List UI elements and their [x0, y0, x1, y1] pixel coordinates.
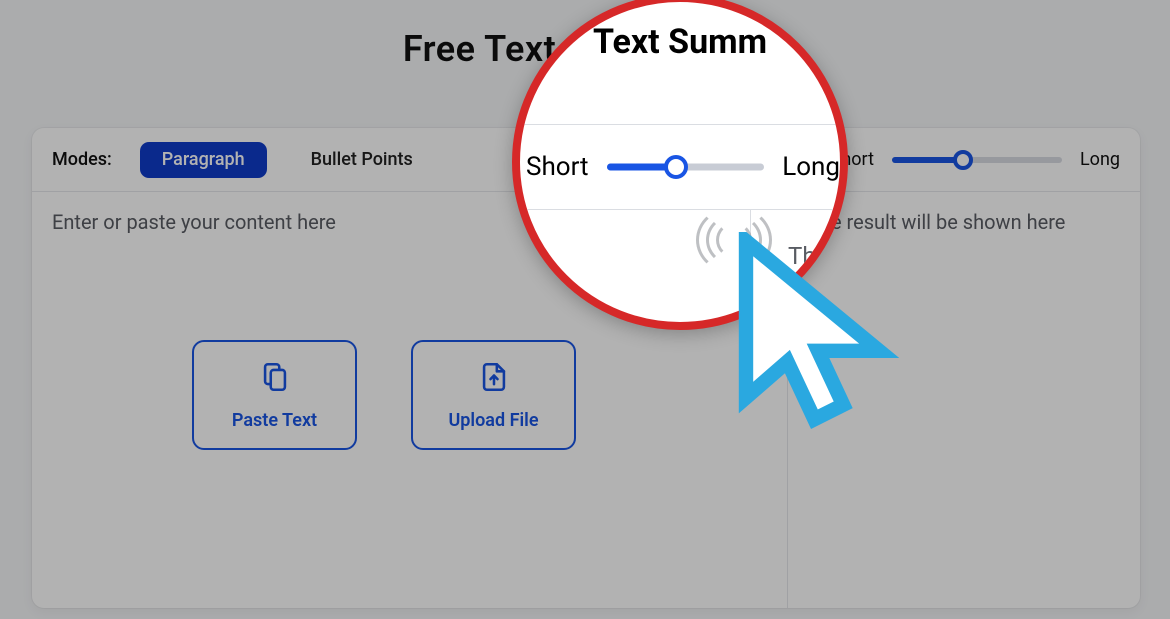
- slider-thumb[interactable]: [953, 150, 973, 170]
- click-ripple-icon: [698, 212, 770, 268]
- slider-long-label: Long: [1080, 149, 1120, 170]
- zoom-slider-thumb[interactable]: [664, 155, 688, 179]
- paste-text-button[interactable]: Paste Text: [192, 340, 357, 450]
- result-pane: The result will be shown here: [787, 192, 1140, 608]
- tab-paragraph[interactable]: Paragraph: [140, 142, 267, 178]
- zoom-callout: Text Summ Short Long Th: [512, 0, 848, 330]
- zoom-result-fragment: Th: [788, 242, 816, 270]
- modes-label: Modes:: [52, 149, 112, 170]
- zoom-pane-divider: [750, 210, 751, 330]
- tab-bullet-points[interactable]: Bullet Points: [289, 142, 435, 178]
- paste-text-label: Paste Text: [232, 410, 317, 431]
- zoom-toolbar-fragment: Short Long: [520, 124, 840, 210]
- paste-icon: [258, 360, 292, 398]
- result-placeholder: The result will be shown here: [808, 210, 1120, 234]
- upload-icon: [477, 360, 511, 398]
- zoom-long-label: Long: [782, 152, 840, 182]
- upload-file-label: Upload File: [448, 410, 538, 431]
- upload-file-button[interactable]: Upload File: [411, 340, 576, 450]
- zoom-summary-length-slider[interactable]: [607, 155, 765, 179]
- summary-length-slider[interactable]: [892, 150, 1062, 170]
- zoom-title-fragment: Text Summ: [593, 22, 767, 62]
- zoom-short-label: Short: [526, 152, 589, 182]
